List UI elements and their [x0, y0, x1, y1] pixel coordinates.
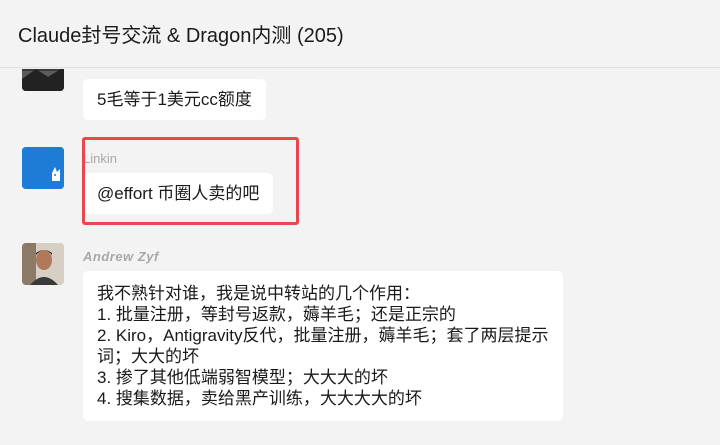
message-line: 4. 搜集数据，卖给黑产训练，大大大大的坏 [97, 389, 422, 408]
blue-cat-avatar[interactable] [22, 147, 64, 189]
message-list[interactable]: 5毛等于1美元cc额度 Linkin @effort 币圈人卖的吧 Andrew… [0, 69, 720, 445]
message-line: 我不熟针对谁，我是说中转站的几个作用： [97, 284, 420, 303]
chat-title-text: Claude封号交流 & Dragon内测 (205) [18, 25, 344, 47]
message-bubble[interactable]: @effort 币圈人卖的吧 [83, 173, 274, 214]
message-line: 1. 批量注册，等封号返款，薅羊毛；还是正宗的 [97, 305, 456, 324]
sender-name: Linkin [83, 151, 117, 166]
message-bubble[interactable]: 我不熟针对谁，我是说中转站的几个作用： 1. 批量注册，等封号返款，薅羊毛；还是… [83, 271, 563, 421]
message-bubble[interactable]: 5毛等于1美元cc额度 [83, 79, 266, 120]
message-text: 5毛等于1美元cc额度 [97, 90, 252, 109]
chat-title[interactable]: Claude封号交流 & Dragon内测 (205) [0, 0, 720, 68]
sender-name: Andrew Zyf [83, 249, 159, 264]
dark-landscape-avatar[interactable] [22, 69, 64, 91]
message-text: @effort 币圈人卖的吧 [97, 184, 260, 203]
message-line: 2. Kiro，Antigravity反代，批量注册，薅羊毛；套了两层提示 [97, 326, 549, 345]
message-line: 词；大大的坏 [97, 347, 199, 366]
message-line: 3. 掺了其他低端弱智模型；大大大的坏 [97, 368, 388, 387]
man-portrait-avatar[interactable] [22, 243, 64, 285]
